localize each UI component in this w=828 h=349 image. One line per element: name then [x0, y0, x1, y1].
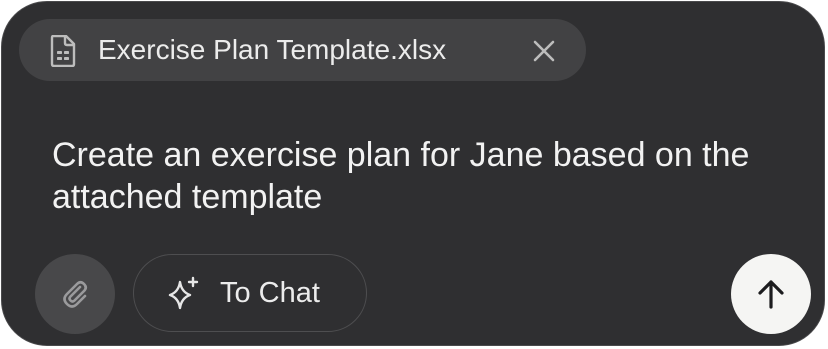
close-icon[interactable]: [531, 38, 557, 64]
prompt-input[interactable]: Create an exercise plan for Jane based o…: [52, 134, 772, 218]
arrow-up-icon: [758, 280, 784, 309]
to-chat-button[interactable]: To Chat: [133, 254, 367, 332]
attach-button[interactable]: [35, 254, 115, 334]
paperclip-icon: [63, 280, 88, 308]
attachment-chip[interactable]: Exercise Plan Template.xlsx: [19, 19, 586, 81]
to-chat-label: To Chat: [220, 277, 320, 309]
attachment-file-name: Exercise Plan Template.xlsx: [98, 34, 447, 65]
spreadsheet-file-icon: [50, 35, 76, 67]
sparkle-icon: [168, 276, 199, 310]
send-button[interactable]: [731, 254, 811, 334]
chat-composer: Exercise Plan Template.xlsx Create an ex…: [1, 1, 825, 346]
